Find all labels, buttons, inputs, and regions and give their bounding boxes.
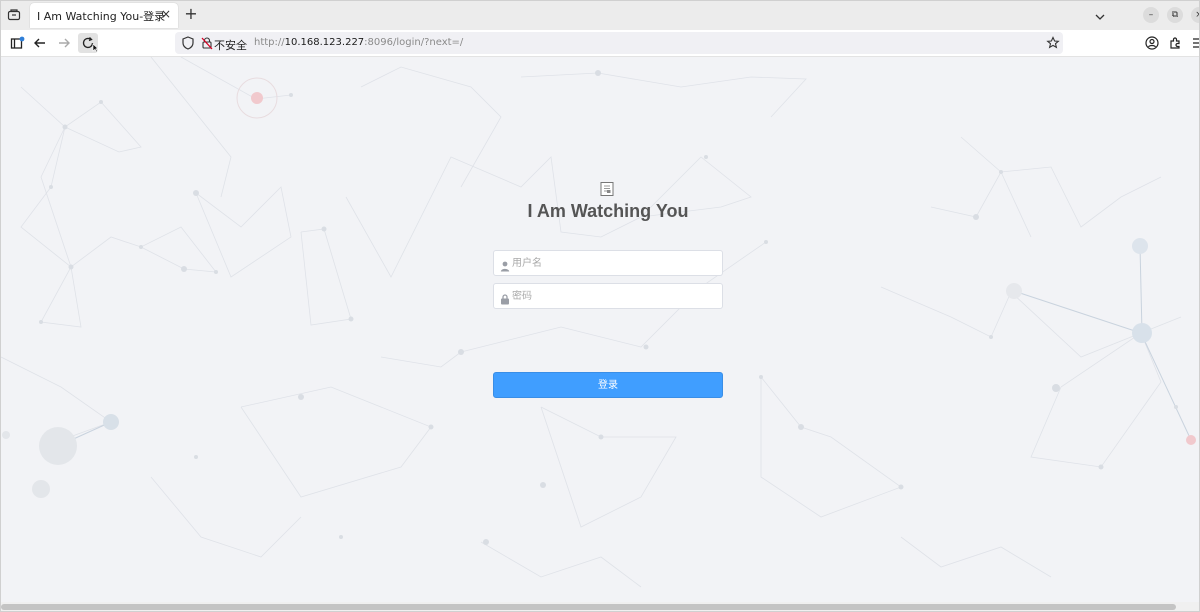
url-path: :8096/login/?next=/ [364,37,464,48]
page-title: I Am Watching You [527,201,689,221]
lock-icon [500,290,510,305]
username-input[interactable] [512,251,712,275]
url-text[interactable]: http://10.168.123.227:8096/login/?next=/ [254,37,463,48]
login-button[interactable]: 登录 [493,372,723,398]
window-close-button[interactable]: × [1191,7,1199,23]
navigation-bar: 不安全 http://10.168.123.227:8096/login/?ne… [1,30,1199,57]
menu-icon[interactable] [1191,35,1199,51]
login-page: I Am Watching You 登录 [1,57,1199,602]
password-input[interactable] [512,284,712,308]
insecure-lock-icon[interactable] [199,35,215,51]
shield-icon[interactable] [180,35,196,51]
document-icon [600,181,614,196]
address-bar[interactable]: 不安全 http://10.168.123.227:8096/login/?ne… [175,32,1063,54]
forward-icon[interactable] [56,35,72,51]
back-icon[interactable] [32,35,48,51]
new-tab-button[interactable]: + [183,6,199,22]
url-scheme: http:// [254,37,285,48]
url-host: 10.168.123.227 [284,37,365,48]
reload-icon[interactable] [78,33,99,53]
horizontal-scrollbar[interactable] [1,602,1199,611]
tab-bar: I Am Watching You-登录 × + – ⧉ × [1,1,1199,30]
chevron-down-icon[interactable] [1094,8,1106,20]
tab-title: I Am Watching You-登录 [37,10,166,23]
sidebar-icon[interactable] [9,35,25,51]
tab-list-icon[interactable] [5,6,23,24]
star-icon[interactable] [1045,35,1061,51]
insecure-label: 不安全 [214,39,247,52]
extensions-icon[interactable] [1167,35,1183,51]
scrollbar-thumb[interactable] [1,604,1176,610]
user-icon [500,257,510,272]
tab-close-icon[interactable]: × [161,8,171,20]
password-field[interactable] [493,283,723,309]
active-tab[interactable]: I Am Watching You-登录 × [30,3,178,28]
minimize-button[interactable]: – [1143,7,1159,23]
username-field[interactable] [493,250,723,276]
restore-button[interactable]: ⧉ [1167,7,1183,23]
browser-window: I Am Watching You-登录 × + – ⧉ × [0,0,1200,612]
account-icon[interactable] [1144,35,1160,51]
network-background [1,57,1196,588]
